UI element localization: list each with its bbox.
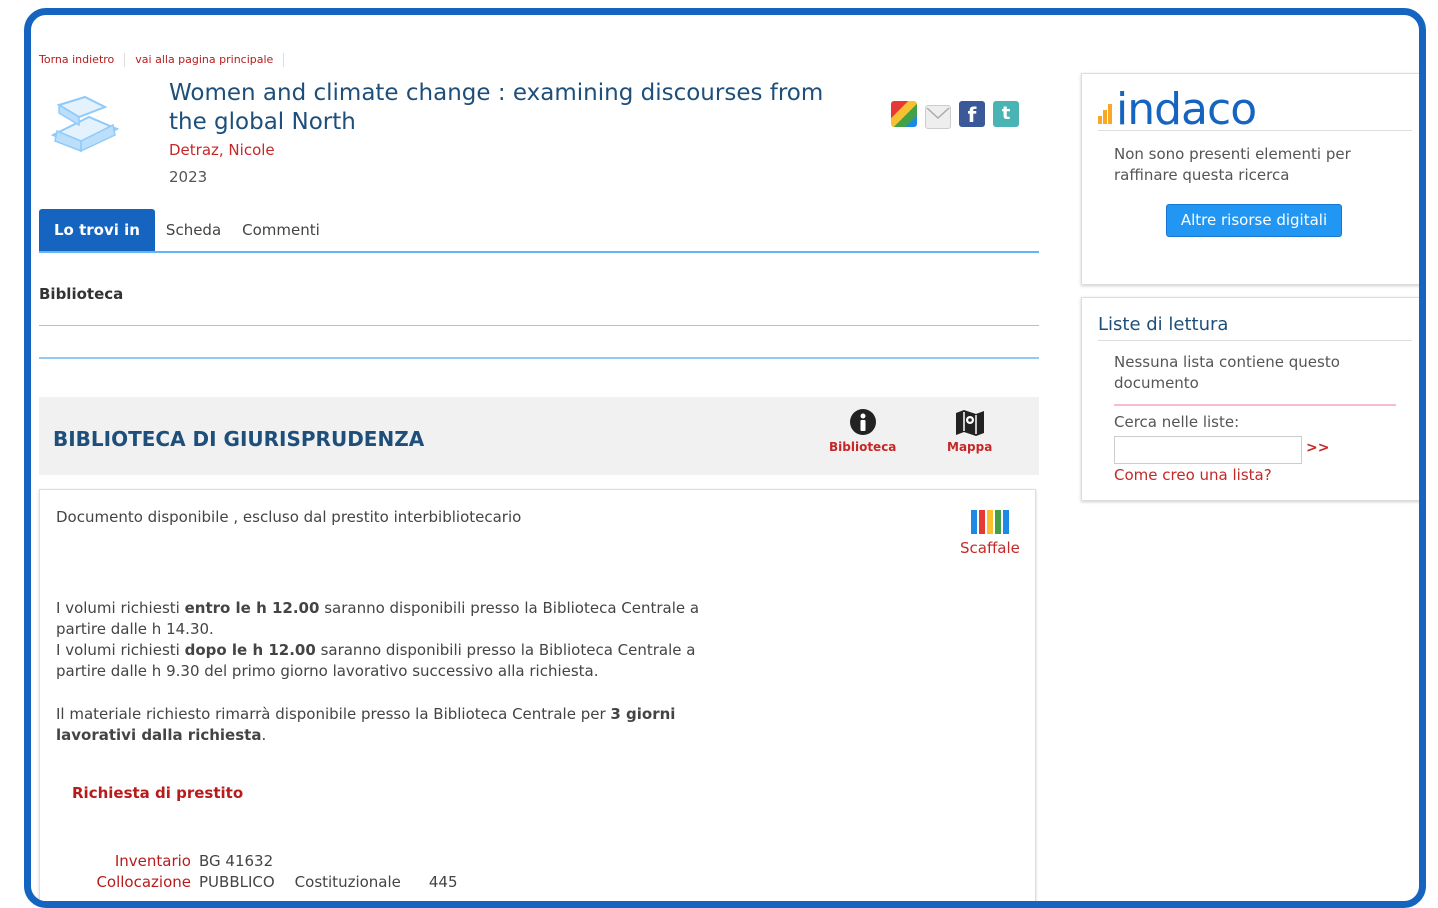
search-lists-label: Cerca nelle liste: [1114,413,1240,431]
tab-scheda[interactable]: Scheda [155,221,231,251]
share-bar: f t [891,101,1019,129]
loan-request-link[interactable]: Richiesta di prestito [72,784,243,802]
inventario-label: Inventario [114,852,191,870]
library-header: BIBLIOTECA DI GIURISPRUDENZA Biblioteca … [39,397,1039,475]
collocazione-row: Collocazione PUBBLICO Costituzionale 445 [31,873,458,891]
email-icon[interactable] [925,105,951,129]
indaco-logo-icon [1098,104,1112,124]
collocazione-number: 445 [428,873,458,891]
indaco-panel: indaco Non sono presenti elementi per ra… [1081,73,1419,285]
divider [39,357,1039,359]
search-lists-go-button[interactable]: >> [1306,440,1329,456]
info-icon [849,409,876,435]
divider [39,325,1039,326]
reading-lists-panel: Liste di lettura Nessuna lista contiene … [1081,297,1419,501]
divider [1098,340,1412,341]
create-list-help-link[interactable]: Come creo una lista? [1114,466,1272,484]
tab-commenti[interactable]: Commenti [231,221,330,251]
bookshelf-icon [960,510,1020,534]
map-label: Mappa [947,440,993,454]
library-info-label: Biblioteca [829,440,897,454]
scaffale-button[interactable]: Scaffale [960,510,1020,557]
divider [1098,130,1412,131]
hold-period-note: Il materiale richiesto rimarrà disponibi… [56,705,676,744]
indaco-logo[interactable]: indaco [1098,84,1257,135]
home-link[interactable]: vai alla pagina principale [135,53,273,66]
library-info-button[interactable]: Biblioteca [829,407,896,454]
reading-lists-title: Liste di lettura [1098,314,1229,335]
collocazione-section: PUBBLICO [199,873,275,891]
map-icon [955,410,984,436]
facebook-icon[interactable]: f [959,101,985,127]
pickup-note-before-noon: I volumi richiesti entro le h 12.00 sara… [56,599,700,638]
record-year: 2023 [169,168,208,186]
no-lists-text: Nessuna lista contiene questo documento [1114,353,1340,392]
digital-resources-button[interactable]: Altre risorse digitali [1166,204,1342,237]
google-plus-icon[interactable] [891,101,917,127]
inventario-row: Inventario BG 41632 [31,852,274,870]
breadcrumb: Torna indietro vai alla pagina principale [39,53,294,67]
map-button[interactable]: Mappa [947,407,992,454]
record-author[interactable]: Detraz, Nicole [169,141,275,159]
record-tabs: Lo trovi in Scheda Commenti [39,207,1039,253]
record-title: Women and climate change : examining dis… [169,80,824,135]
collocazione-label: Collocazione [96,873,191,891]
section-label: Biblioteca [39,285,124,303]
divider [1114,404,1396,406]
collocazione-subject: Costituzionale [294,873,401,891]
back-link[interactable]: Torna indietro [39,53,114,66]
scaffale-label: Scaffale [960,539,1020,557]
availability-status: Documento disponibile , escluso dal pres… [56,508,522,526]
browser-frame: Torna indietro vai alla pagina principale… [24,8,1426,908]
book-icon [50,95,120,153]
availability-panel: Documento disponibile , escluso dal pres… [39,489,1036,901]
pickup-note-after-noon: I volumi richiesti dopo le h 12.00 saran… [56,641,696,680]
search-lists-input[interactable] [1114,436,1302,464]
inventario-value: BG 41632 [199,852,274,870]
twitter-icon[interactable]: t [993,101,1019,127]
tab-lo-trovi-in[interactable]: Lo trovi in [39,209,155,251]
library-name: BIBLIOTECA DI GIURISPRUDENZA [53,427,425,451]
no-filters-text: Non sono presenti elementi per raffinare… [1114,145,1351,184]
